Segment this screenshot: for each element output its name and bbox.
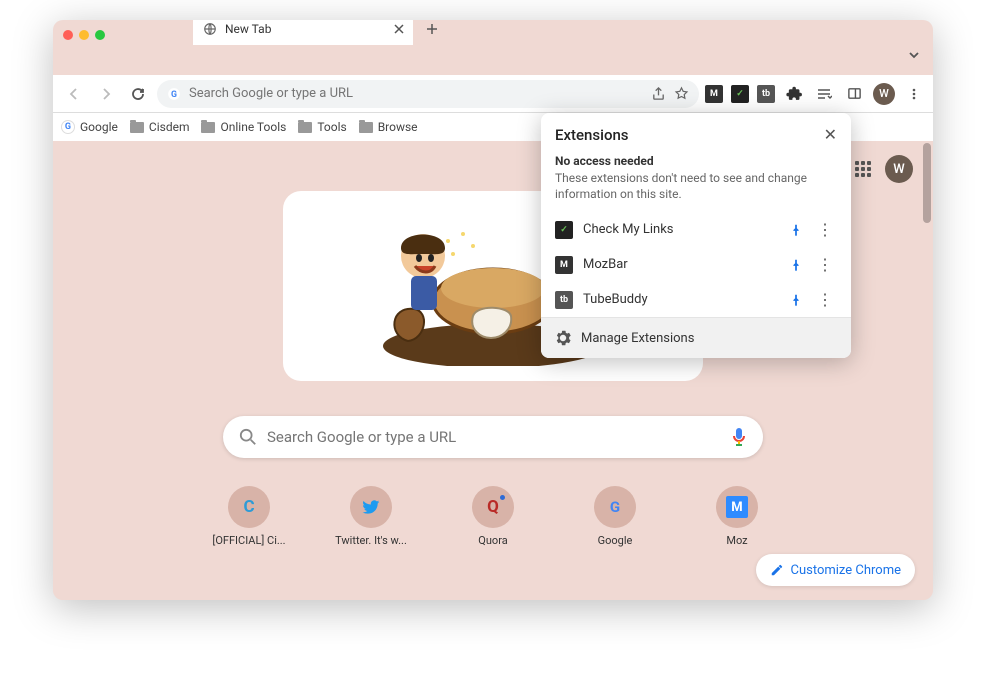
shortcut-label: Google: [577, 534, 653, 547]
minimize-window-button[interactable]: [79, 30, 89, 40]
shortcut-label: Twitter. It's w...: [333, 534, 409, 547]
address-input[interactable]: [189, 86, 643, 101]
customize-chrome-button[interactable]: Customize Chrome: [756, 554, 915, 586]
close-window-button[interactable]: [63, 30, 73, 40]
gear-icon: [555, 330, 571, 346]
address-bar[interactable]: G: [157, 80, 699, 108]
toolbar-icons: M ✓ tb W: [705, 83, 925, 105]
profile-avatar[interactable]: W: [873, 83, 895, 105]
ext-icon-mozbar[interactable]: M: [705, 85, 723, 103]
ext-icon-checkmylinks[interactable]: ✓: [731, 85, 749, 103]
pin-icon[interactable]: [789, 223, 803, 237]
menu-kebab-icon[interactable]: [903, 83, 925, 105]
bookmark-folder-cisdem[interactable]: Cisdem: [130, 120, 190, 134]
shortcut-icon: [350, 486, 392, 528]
extensions-section-desc: These extensions don't need to see and c…: [555, 170, 837, 202]
pin-icon[interactable]: [789, 258, 803, 272]
svg-text:G: G: [171, 89, 177, 99]
forward-button[interactable]: [93, 81, 119, 107]
scrollbar[interactable]: [923, 143, 931, 223]
extension-row-mozbar[interactable]: M MozBar ⋮: [541, 247, 851, 282]
shortcut-label: Quora: [455, 534, 531, 547]
new-tab-button[interactable]: [421, 20, 443, 40]
bookmark-label: Tools: [317, 120, 346, 134]
shortcut-google[interactable]: G Google: [577, 486, 653, 547]
pencil-icon: [770, 563, 784, 577]
bookmark-star-icon[interactable]: [674, 86, 689, 101]
toolbar: G M ✓ tb W: [53, 75, 933, 113]
search-input[interactable]: [267, 428, 721, 446]
share-icon[interactable]: [651, 86, 666, 101]
reload-button[interactable]: [125, 81, 151, 107]
extension-row-check-my-links[interactable]: ✓ Check My Links ⋮: [541, 212, 851, 247]
shortcut-moz[interactable]: M Moz: [699, 486, 775, 547]
folder-icon: [359, 122, 373, 133]
close-popup-icon[interactable]: ✕: [824, 125, 837, 144]
customize-label: Customize Chrome: [790, 563, 901, 578]
extension-name: TubeBuddy: [583, 292, 779, 307]
tab-title: New Tab: [225, 22, 271, 36]
shortcut-icon: C: [228, 486, 270, 528]
pin-icon[interactable]: [789, 293, 803, 307]
manage-extensions-label: Manage Extensions: [581, 331, 694, 346]
shortcut-icon: M: [716, 486, 758, 528]
bookmark-label: Online Tools: [220, 120, 286, 134]
sidepanel-icon[interactable]: [843, 83, 865, 105]
extension-icon: tb: [555, 291, 573, 309]
shortcut-official-ci[interactable]: C [OFFICIAL] Ci...: [211, 486, 287, 547]
google-g-icon: G: [167, 87, 181, 101]
shortcuts-row: C [OFFICIAL] Ci... Twitter. It's w... Q …: [211, 486, 775, 547]
shortcut-label: [OFFICIAL] Ci...: [211, 534, 287, 547]
manage-extensions-button[interactable]: Manage Extensions: [541, 317, 851, 358]
extension-icon: M: [555, 256, 573, 274]
extension-more-icon[interactable]: ⋮: [813, 220, 837, 239]
extensions-popup: Extensions ✕ No access needed These exte…: [541, 113, 851, 358]
search-bar[interactable]: [223, 416, 763, 458]
browser-tab[interactable]: New Tab: [193, 20, 413, 45]
search-icon: [239, 428, 257, 446]
extension-row-tubebuddy[interactable]: tb TubeBuddy ⋮: [541, 282, 851, 317]
window-controls: [63, 30, 105, 40]
extension-more-icon[interactable]: ⋮: [813, 255, 837, 274]
bookmark-label: Google: [80, 120, 118, 134]
extension-more-icon[interactable]: ⋮: [813, 290, 837, 309]
close-tab-icon[interactable]: [393, 23, 405, 35]
shortcut-label: Moz: [699, 534, 775, 547]
media-control-icon[interactable]: [813, 83, 835, 105]
maximize-window-button[interactable]: [95, 30, 105, 40]
extension-name: Check My Links: [583, 222, 779, 237]
voice-search-icon[interactable]: [731, 427, 747, 447]
extensions-section-title: No access needed: [555, 154, 837, 168]
folder-icon: [298, 122, 312, 133]
folder-icon: [201, 122, 215, 133]
folder-icon: [130, 122, 144, 133]
ext-icon-tubebuddy[interactable]: tb: [757, 85, 775, 103]
browser-window: New Tab G M ✓ tb W G G: [53, 20, 933, 600]
bookmark-label: Cisdem: [149, 120, 190, 134]
bookmark-folder-online-tools[interactable]: Online Tools: [201, 120, 286, 134]
extensions-puzzle-icon[interactable]: [783, 83, 805, 105]
extension-icon: ✓: [555, 221, 573, 239]
extension-name: MozBar: [583, 257, 779, 272]
account-avatar[interactable]: W: [885, 155, 913, 183]
shortcut-twitter[interactable]: Twitter. It's w...: [333, 486, 409, 547]
tab-overflow-button[interactable]: [907, 48, 921, 62]
bookmark-folder-tools[interactable]: Tools: [298, 120, 346, 134]
new-tab-icon: [203, 22, 217, 36]
tab-strip: New Tab: [193, 20, 923, 45]
back-button[interactable]: [61, 81, 87, 107]
google-apps-icon[interactable]: [855, 161, 871, 177]
content-top-right: W: [855, 155, 913, 183]
shortcut-icon: Q: [472, 486, 514, 528]
bookmark-folder-browse[interactable]: Browse: [359, 120, 418, 134]
shortcut-quora[interactable]: Q Quora: [455, 486, 531, 547]
svg-text:G: G: [610, 498, 620, 516]
bookmark-google[interactable]: GGoogle: [61, 120, 118, 134]
bookmark-label: Browse: [378, 120, 418, 134]
extensions-popup-title: Extensions: [555, 126, 629, 144]
shortcut-icon: G: [594, 486, 636, 528]
